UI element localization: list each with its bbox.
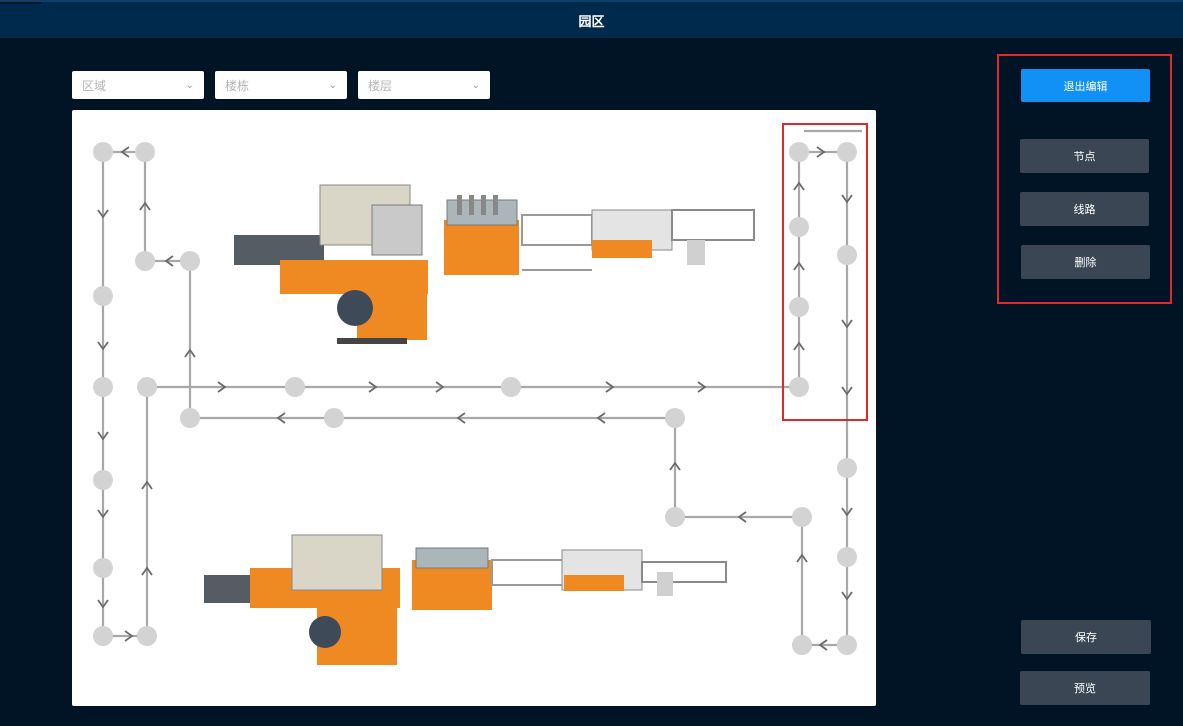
chevron-down-icon: ⌄	[328, 79, 337, 91]
node-button[interactable]: 节点	[1020, 139, 1149, 173]
chevron-down-icon: ⌄	[471, 79, 480, 91]
exit-edit-button-label: 退出编辑	[1063, 79, 1108, 93]
production-line-image-bottom	[204, 534, 727, 665]
line-button-label: 线路	[1073, 203, 1096, 216]
preview-button-label: 预览	[1074, 682, 1096, 695]
header-accent	[0, 2, 42, 4]
node-button-label: 节点	[1073, 150, 1096, 163]
save-button-label: 保存	[1075, 631, 1097, 644]
delete-button[interactable]: 删除	[1021, 245, 1150, 279]
building-select[interactable]: 楼栋 ⌄	[215, 71, 347, 99]
preview-button[interactable]: 预览	[1020, 671, 1150, 705]
region-select[interactable]: 区域 ⌄	[72, 71, 204, 99]
app-header: 园区	[0, 0, 1183, 38]
exit-edit-button[interactable]: 退出编辑	[1021, 69, 1150, 102]
floor-select-placeholder: 楼层	[368, 78, 393, 93]
building-select-placeholder: 楼栋	[225, 78, 250, 93]
floor-select[interactable]: 楼层 ⌄	[358, 71, 490, 99]
route-diagram	[93, 129, 862, 665]
map-canvas[interactable]	[72, 110, 876, 706]
delete-button-label: 删除	[1074, 256, 1097, 269]
page-title: 园区	[578, 14, 605, 30]
region-select-placeholder: 区域	[82, 78, 107, 93]
production-line-image-top	[234, 184, 755, 344]
chevron-down-icon: ⌄	[185, 79, 194, 91]
line-button[interactable]: 线路	[1020, 192, 1149, 226]
save-button[interactable]: 保存	[1021, 620, 1151, 654]
